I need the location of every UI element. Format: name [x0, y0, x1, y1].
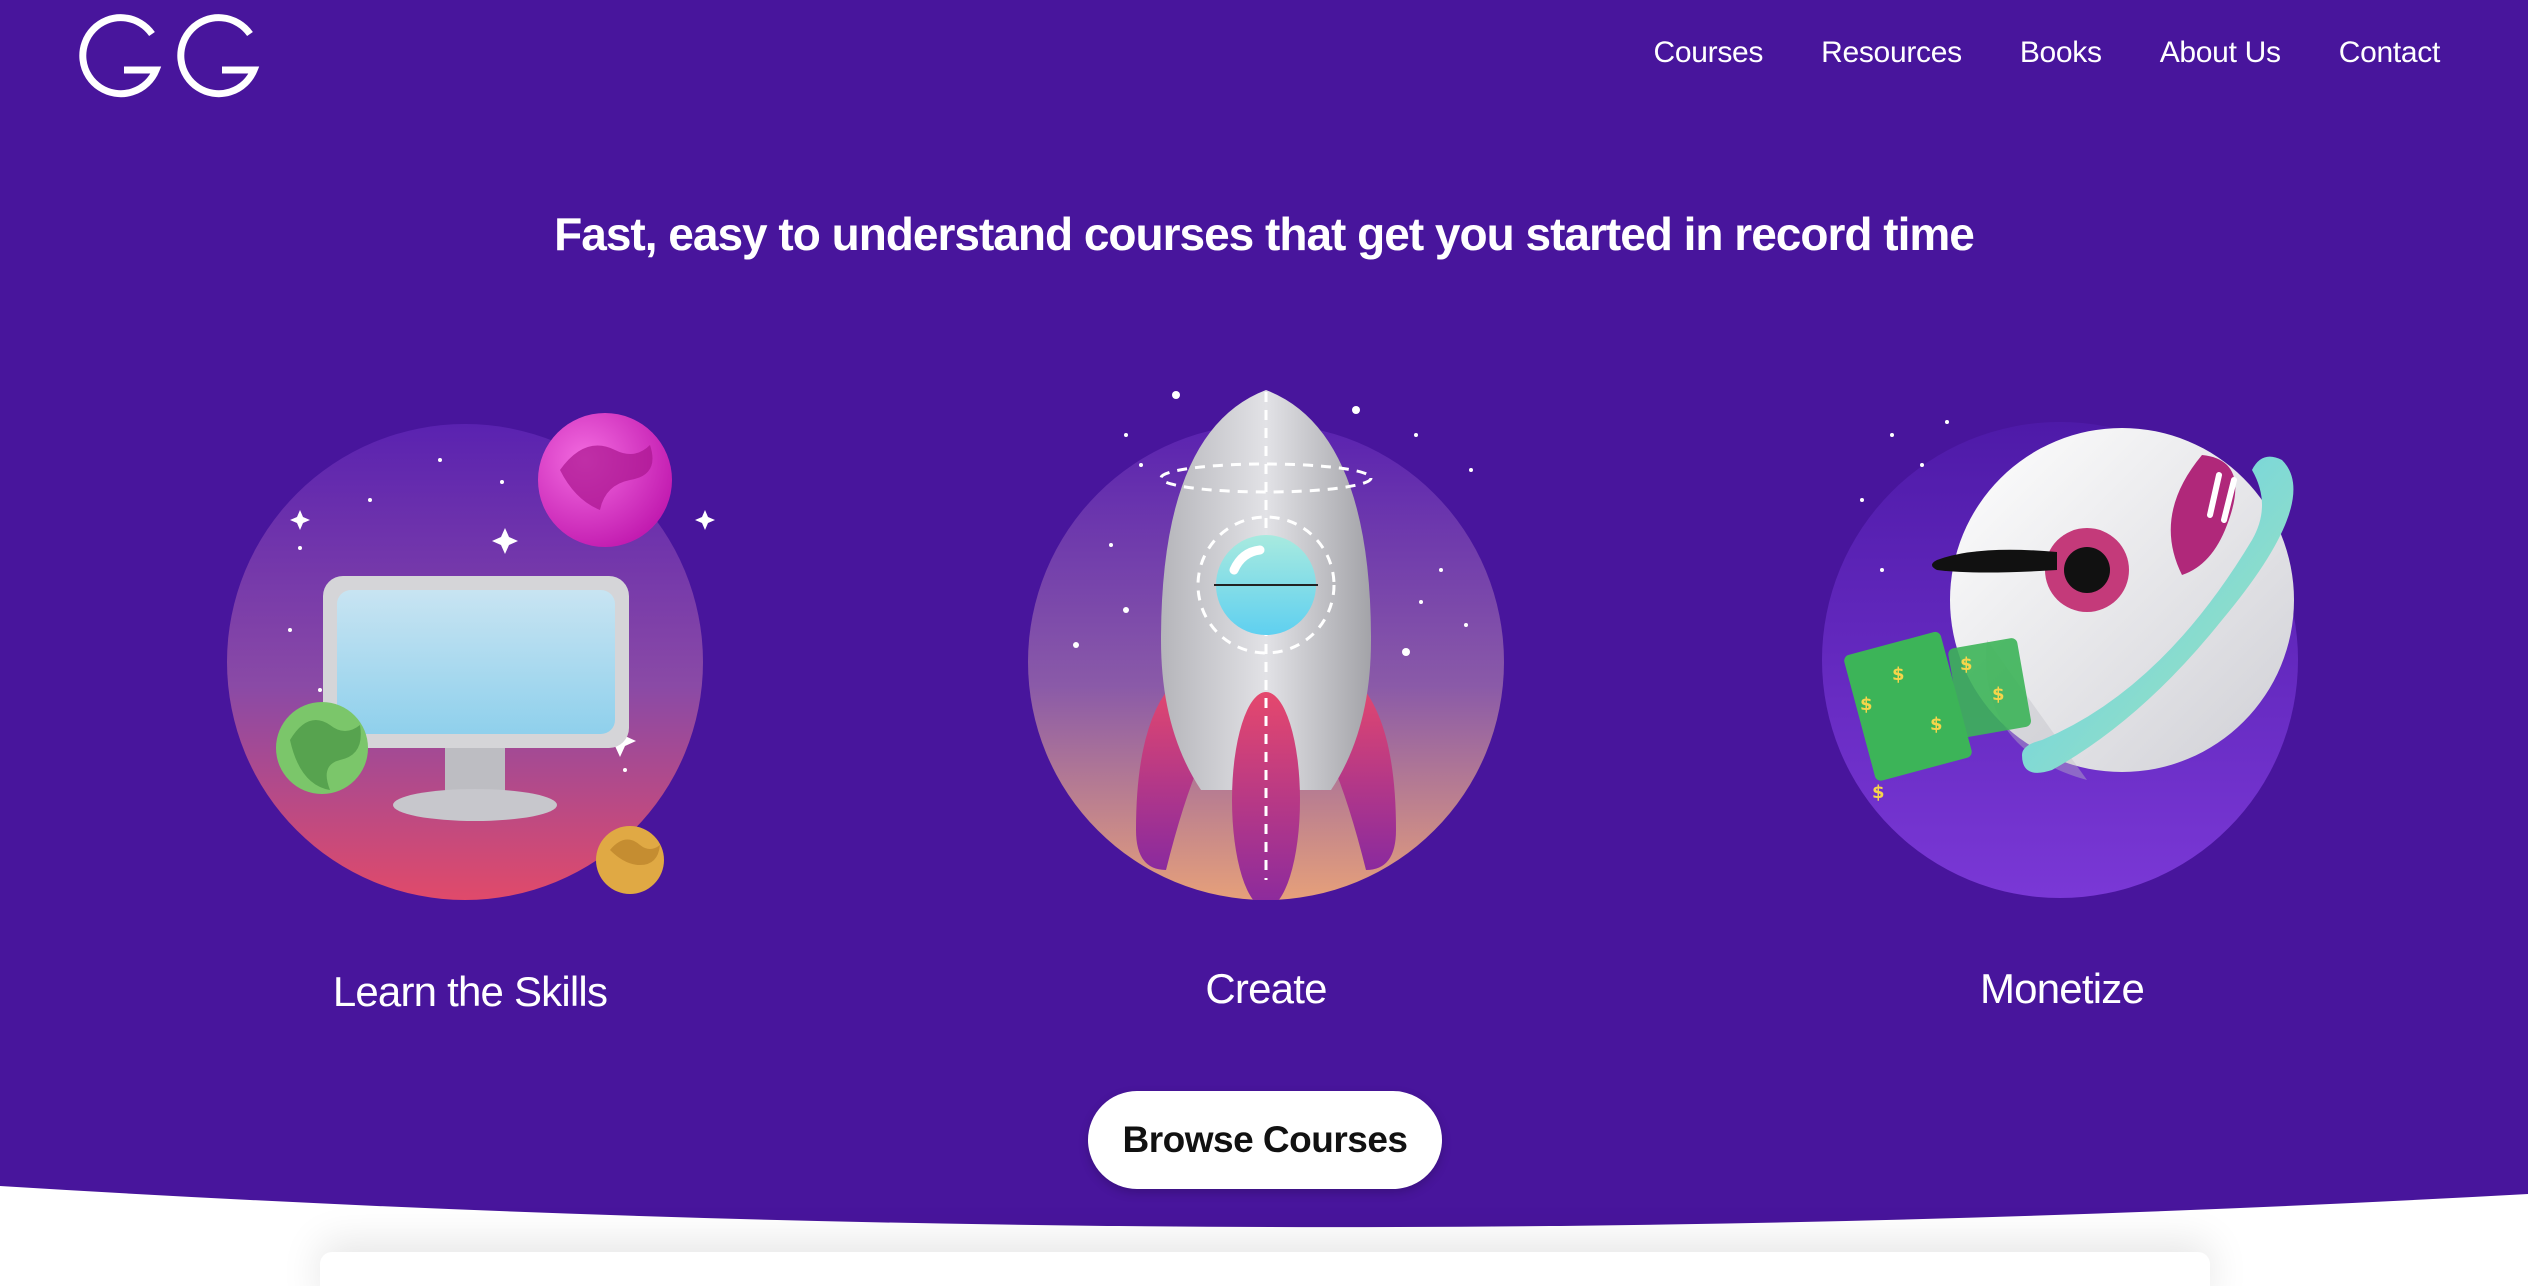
main-nav: Courses Resources Books About Us Contact [1654, 36, 2441, 70]
nav-resources[interactable]: Resources [1821, 36, 1962, 70]
nav-courses[interactable]: Courses [1654, 36, 1764, 70]
feature-monetize-label: Monetize [1979, 965, 2145, 1012]
gg-logo[interactable]: GG [74, 12, 260, 102]
rocket-icon [1028, 390, 1504, 900]
svg-text:$: $ [1992, 684, 2005, 705]
svg-text:$: $ [1930, 714, 1943, 735]
page: GG Courses Resources Books About Us Cont… [0, 0, 2528, 1286]
svg-text:$: $ [1892, 664, 1905, 685]
browse-courses-button[interactable]: Browse Courses [1088, 1091, 1442, 1189]
feature-create-label: Create [1205, 965, 1327, 1012]
astronaut-money-icon: $ $ $ $ $ $ [1822, 420, 2298, 898]
svg-text:$: $ [1860, 694, 1873, 715]
nav-about-us[interactable]: About Us [2160, 36, 2281, 70]
feature-create: Create [1016, 380, 1516, 1030]
feature-monetize: $ $ $ $ $ $ Monetize [1812, 380, 2312, 1030]
svg-text:$: $ [1872, 782, 1885, 803]
hero-section: GG Courses Resources Books About Us Cont… [0, 0, 2528, 1286]
feature-learn: Learn the Skills [220, 380, 720, 1030]
nav-books[interactable]: Books [2020, 36, 2102, 70]
feature-learn-label: Learn the Skills [332, 968, 608, 1015]
nav-contact[interactable]: Contact [2339, 36, 2441, 70]
svg-text:$: $ [1960, 654, 1973, 675]
content-card-edge [320, 1252, 2210, 1286]
hero-headline: Fast, easy to understand courses that ge… [554, 208, 1975, 260]
computer-planets-icon [227, 413, 715, 900]
